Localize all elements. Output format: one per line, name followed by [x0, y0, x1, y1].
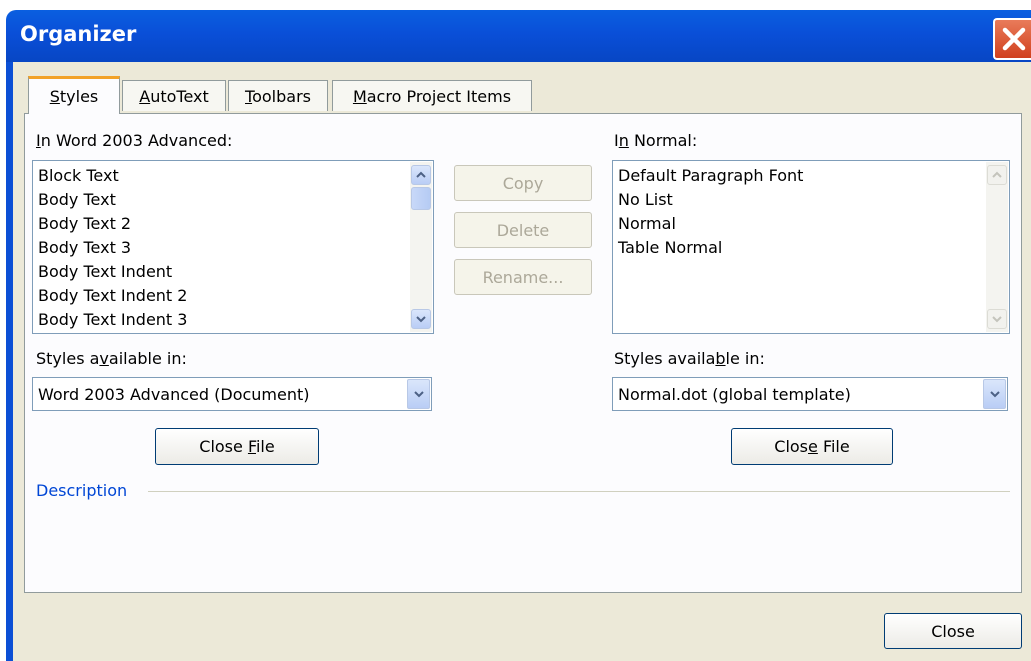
copy-button[interactable]: Copy [454, 165, 592, 201]
right-available-label: Styles available in: [614, 349, 765, 368]
left-styles-available-combo[interactable]: Word 2003 Advanced (Document) [32, 377, 432, 411]
chevron-down-icon [416, 316, 426, 323]
list-item[interactable]: Block Text [38, 166, 119, 185]
list-item[interactable]: Body Text 2 [38, 214, 131, 233]
close-window-button[interactable] [993, 18, 1031, 60]
scroll-down-button[interactable] [411, 309, 431, 329]
delete-label: Delete [496, 220, 550, 240]
tab-toolbars-label: Toolbars [245, 86, 311, 106]
list-item[interactable]: No List [618, 190, 673, 209]
chevron-down-icon [413, 391, 424, 398]
chevron-down-icon [992, 316, 1002, 323]
list-item[interactable]: Body Text 3 [38, 238, 131, 257]
close-label: Close [931, 621, 975, 641]
list-item[interactable]: Table Normal [618, 238, 722, 257]
left-combo-value: Word 2003 Advanced (Document) [38, 385, 310, 404]
tab-toolbars[interactable]: Toolbars [228, 80, 328, 111]
left-list-heading: In Word 2003 Advanced: [36, 131, 233, 150]
right-styles-available-combo[interactable]: Normal.dot (global template) [612, 377, 1008, 411]
tab-styles-label: Styles [49, 87, 99, 106]
left-close-file-button[interactable]: Close File [155, 428, 319, 465]
list-item[interactable]: Body Text Indent 3 [38, 310, 187, 329]
list-item[interactable]: Body Text Indent 2 [38, 286, 187, 305]
scroll-down-button[interactable] [987, 309, 1007, 329]
copy-label: Copy [502, 173, 544, 193]
chevron-up-icon [416, 171, 426, 178]
right-styles-list[interactable]: Default Paragraph Font No List Normal Ta… [612, 160, 1010, 334]
left-close-file-label: Close File [199, 437, 275, 456]
left-styles-list[interactable]: Block Text Body Text Body Text 2 Body Te… [32, 160, 434, 334]
list-item[interactable]: Body Text [38, 190, 116, 209]
close-button[interactable]: Close [884, 613, 1022, 649]
tab-styles[interactable]: Styles [28, 76, 120, 114]
rename-label: Rename... [482, 267, 564, 287]
delete-button[interactable]: Delete [454, 212, 592, 248]
left-combo-dropdown-button[interactable] [407, 379, 430, 409]
tab-autotext-label: AutoText [139, 86, 209, 106]
tab-macro-project-items[interactable]: Macro Project Items [332, 80, 532, 111]
scroll-up-button[interactable] [411, 165, 431, 185]
left-list-scrollbar[interactable] [410, 162, 432, 332]
tab-macro-label: Macro Project Items [352, 86, 512, 106]
rename-button[interactable]: Rename... [454, 259, 592, 295]
list-item[interactable]: Normal [618, 214, 676, 233]
scroll-thumb[interactable] [411, 187, 431, 210]
right-combo-dropdown-button[interactable] [983, 379, 1006, 409]
list-item[interactable]: Body Text Indent [38, 262, 172, 281]
right-combo-value: Normal.dot (global template) [618, 385, 851, 404]
chevron-up-icon [992, 171, 1002, 178]
right-list-scrollbar[interactable] [986, 162, 1008, 332]
close-icon [1002, 27, 1026, 51]
list-item[interactable]: Default Paragraph Font [618, 166, 803, 185]
description-label: Description [36, 481, 128, 500]
description-divider [148, 491, 1010, 492]
tab-autotext[interactable]: AutoText [122, 80, 226, 111]
organizer-dialog: Organizer Styles AutoText Toolbars Macro… [0, 0, 1031, 661]
scroll-up-button[interactable] [987, 165, 1007, 185]
chevron-down-icon [989, 391, 1000, 398]
right-close-file-button[interactable]: Close File [731, 428, 893, 465]
left-available-label: Styles available in: [36, 349, 187, 368]
right-close-file-label: Close File [774, 437, 850, 456]
title-bar[interactable]: Organizer [6, 10, 1031, 62]
window-title: Organizer [20, 22, 137, 46]
right-list-heading: In Normal: [614, 131, 698, 150]
